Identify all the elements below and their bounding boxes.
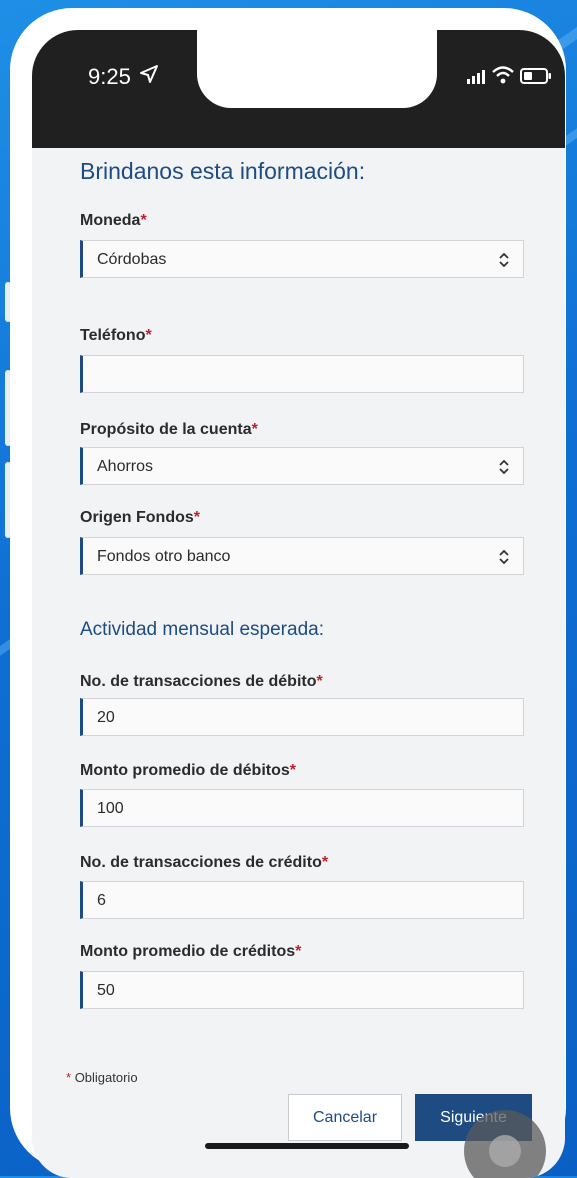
proposito-select[interactable]: Ahorros [80,447,524,485]
home-indicator[interactable] [205,1143,409,1149]
credit-avg-label: Monto promedio de créditos* [80,943,302,960]
activity-title: Actividad mensual esperada: [80,619,324,640]
location-arrow-icon [140,65,158,83]
proposito-value: Ahorros [97,458,154,475]
assistive-touch-core [489,1135,521,1167]
telefono-input[interactable] [80,355,524,393]
origen-value: Fondos otro banco [97,548,231,565]
phone-frame: 9:25 Brindanos esta información: Moneda*… [10,8,566,1178]
notch [197,30,437,108]
credit-tx-value: 6 [97,892,106,909]
origen-label: Origen Fondos* [80,509,201,526]
form-title: Brindanos esta información: [80,158,366,184]
debit-avg-label: Monto promedio de débitos* [80,762,296,779]
status-time: 9:25 [88,64,131,89]
telefono-label: Teléfono* [80,327,152,344]
wifi-icon [492,66,514,84]
credit-tx-label: No. de transacciones de crédito* [80,854,329,871]
select-chevron-icon [499,252,509,268]
battery-icon [520,68,551,84]
screen: 9:25 Brindanos esta información: Moneda*… [32,30,565,1178]
credit-avg-input[interactable]: 50 [80,971,524,1009]
debit-tx-label: No. de transacciones de débito* [80,673,323,690]
cellular-signal-icon [467,70,485,84]
moneda-select[interactable]: Córdobas [80,240,524,278]
moneda-value: Córdobas [97,251,167,268]
credit-tx-input[interactable]: 6 [80,881,524,919]
status-bar: 9:25 [32,30,565,148]
moneda-label: Moneda* [80,212,147,229]
required-note: * Obligatorio [66,1070,138,1085]
credit-avg-value: 50 [97,982,115,999]
select-chevron-icon [499,459,509,475]
cancel-button[interactable]: Cancelar [288,1094,402,1141]
debit-avg-value: 100 [97,800,124,817]
debit-avg-input[interactable]: 100 [80,789,524,827]
debit-tx-value: 20 [97,709,115,726]
origen-select[interactable]: Fondos otro banco [80,537,524,575]
proposito-label: Propósito de la cuenta* [80,421,258,438]
select-chevron-icon [499,549,509,565]
debit-tx-input[interactable]: 20 [80,698,524,736]
